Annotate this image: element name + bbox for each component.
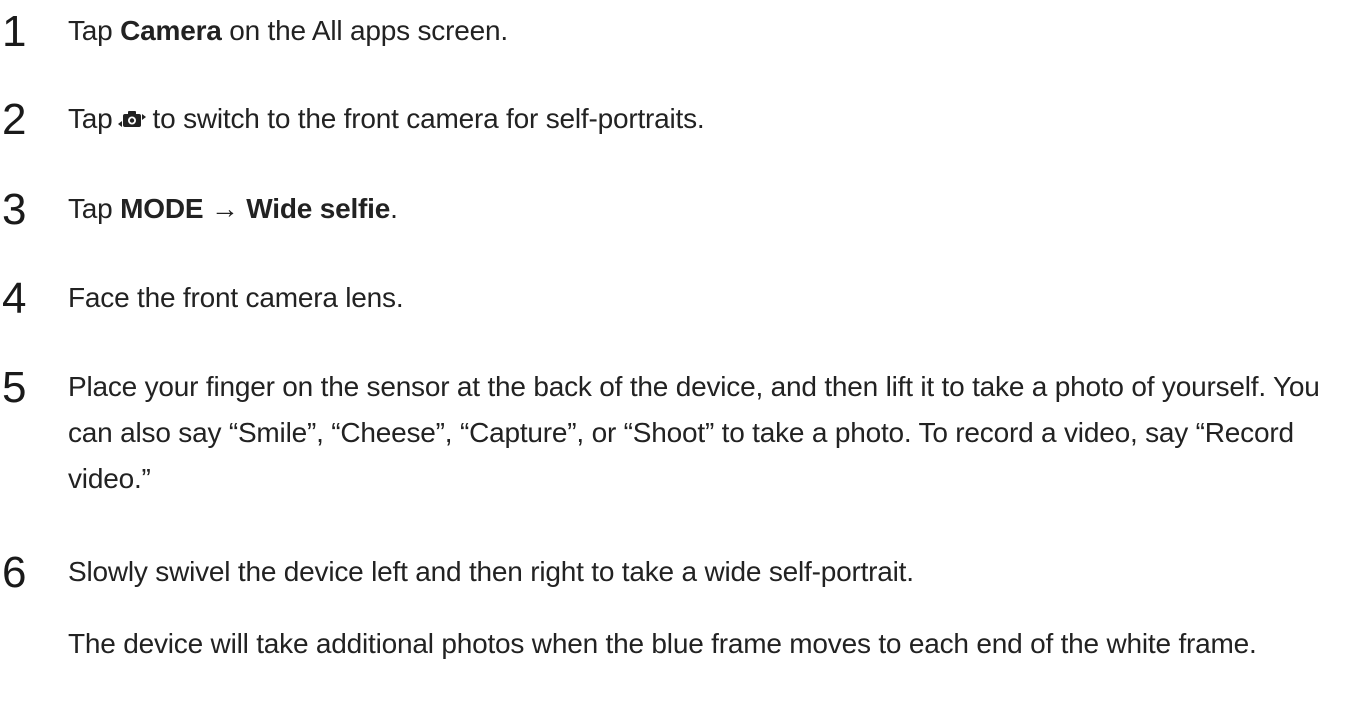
step-text: Slowly swivel the device left and then r… [68, 556, 914, 587]
step-text: Tap MODE → Wide selfie. [68, 186, 1353, 232]
step-number: 1 [2, 7, 27, 56]
step-number: 6 [2, 548, 27, 597]
step-text: Face the front camera lens. [68, 282, 404, 313]
step-bold-wide-selfie: Wide selfie [246, 193, 391, 224]
step-bold-camera: Camera [120, 15, 222, 46]
step-note: The device will take additional photos w… [68, 628, 1257, 659]
step-text: Tap to switch to the front camera for sel… [68, 96, 1353, 142]
step-bold-mode: MODE [120, 193, 204, 224]
step-number: 4 [2, 274, 27, 323]
switch-camera-icon [117, 99, 147, 127]
step-number: 3 [2, 185, 27, 234]
step-text: Place your finger on the sensor at the b… [68, 371, 1320, 494]
step-text-pre: Tap [68, 193, 121, 224]
step-text-post: on the All apps screen. [221, 15, 508, 46]
step-text: Tap Camera on the All apps screen. [68, 8, 1353, 54]
step-text-post: . [390, 193, 398, 224]
step-arrow: → [203, 193, 247, 224]
step-text-pre: Tap [68, 15, 121, 46]
step-text-post: to switch to the front camera for self-p… [152, 103, 705, 134]
step-number: 5 [2, 363, 27, 412]
step-text-pre: Tap [68, 103, 113, 134]
step-number: 2 [2, 95, 27, 144]
instruction-page: 1 Tap Camera on the All apps screen. 2 T… [0, 0, 1367, 725]
